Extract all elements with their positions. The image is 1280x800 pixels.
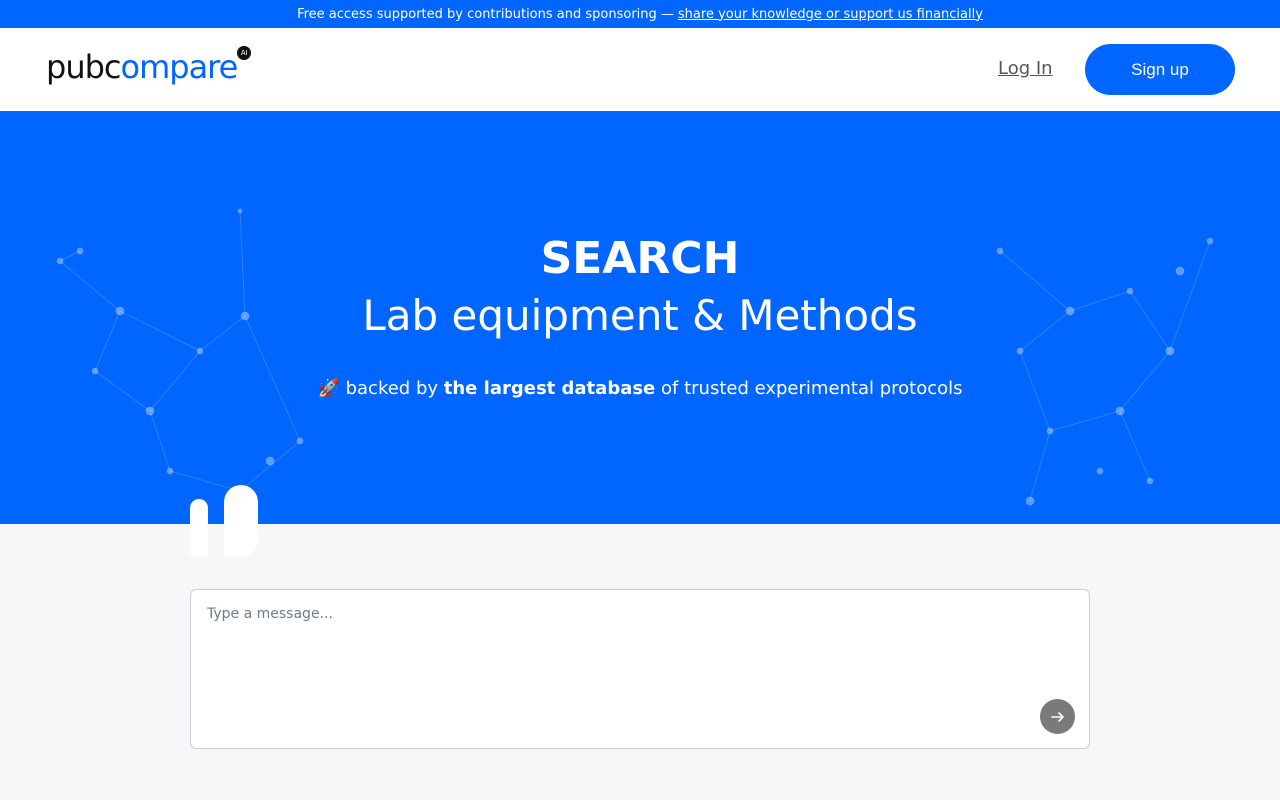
banner-text: Free access supported by contributions a…: [297, 6, 674, 22]
ai-badge: AI: [237, 46, 252, 60]
logo[interactable]: pubc ompare AI: [46, 46, 252, 86]
signup-button[interactable]: Sign up: [1085, 44, 1235, 95]
send-button[interactable]: [1040, 699, 1075, 734]
site-header: pubc ompare AI Log In Sign up: [0, 28, 1280, 111]
logo-text-blue: ompare: [120, 48, 239, 86]
tagline-before: backed by: [345, 378, 439, 399]
hero-section: SEARCH Lab equipment & Methods 🚀 backed …: [0, 111, 1280, 524]
login-link[interactable]: Log In: [998, 58, 1053, 79]
rocket-icon: 🚀: [317, 378, 340, 399]
hero-subtitle: Lab equipment & Methods: [362, 291, 918, 340]
tagline-after: of trusted experimental protocols: [661, 378, 963, 399]
arrow-right-icon: [1050, 711, 1064, 722]
chat-box: [190, 589, 1090, 749]
quote-mark-left: [190, 499, 208, 557]
hero-title: SEARCH: [540, 233, 740, 284]
announcement-banner: Free access supported by contributions a…: [0, 0, 1280, 28]
message-input[interactable]: [207, 606, 1067, 706]
quote-mark-right: [224, 485, 258, 557]
hero-tagline: 🚀 backed by the largest database of trus…: [0, 378, 1280, 399]
logo-text-dark: pubc: [46, 48, 121, 86]
tagline-bold: the largest database: [443, 378, 656, 399]
support-link[interactable]: share your knowledge or support us finan…: [678, 7, 983, 22]
